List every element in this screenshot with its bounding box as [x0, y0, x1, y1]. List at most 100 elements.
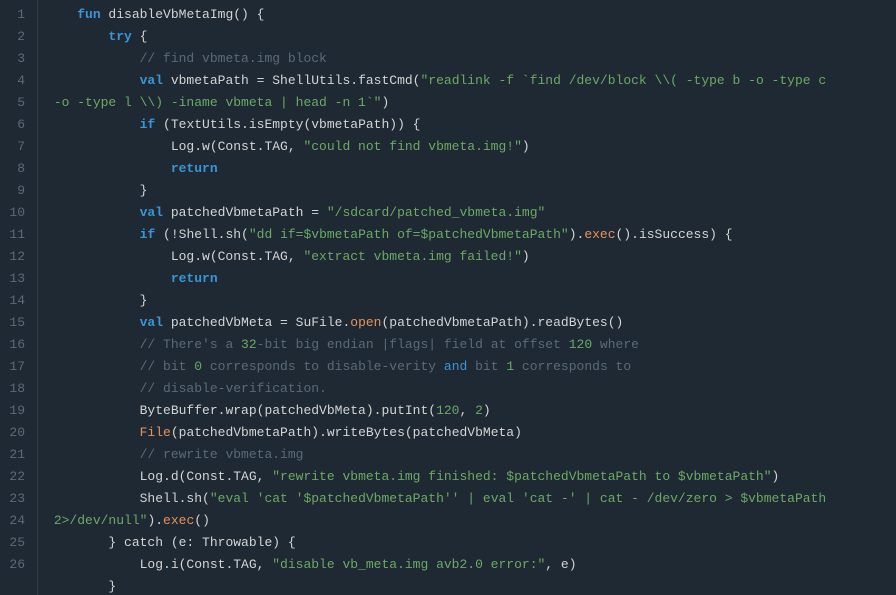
token-punc: } catch (e: Throwable) { [108, 535, 295, 550]
token-str: "extract vbmeta.img failed!" [303, 249, 521, 264]
code-line[interactable]: // find vbmeta.img block [46, 48, 896, 70]
code-line[interactable]: // disable-verification. [46, 378, 896, 400]
token-kw: val [140, 205, 163, 220]
token-punc: ). [147, 513, 163, 528]
token-punc: (!Shell.sh( [155, 227, 249, 242]
line-number: 21 [0, 444, 25, 466]
line-number: 17 [0, 356, 25, 378]
token-punc: Log.w(Const.TAG, [171, 139, 304, 154]
code-line[interactable]: try { [46, 26, 896, 48]
line-number-gutter: 1234567891011121314151617181920212223242… [0, 0, 38, 595]
code-line[interactable]: Log.d(Const.TAG, "rewrite vbmeta.img fin… [46, 466, 896, 488]
code-line[interactable]: Log.w(Const.TAG, "could not find vbmeta.… [46, 136, 896, 158]
code-editor-content[interactable]: fun disableVbMetaImg() { try { // find v… [38, 0, 896, 595]
line-number: 1 [0, 4, 25, 26]
token-cmt: // find vbmeta.img block [140, 51, 327, 66]
code-line[interactable]: -o -type l \\) -iname vbmeta | head -n 1… [46, 92, 896, 114]
token-str: "readlink -f `find /dev/block \\( -type … [420, 73, 826, 88]
token-punc: ) [522, 249, 530, 264]
code-line[interactable]: } catch (e: Throwable) { [46, 532, 896, 554]
code-line[interactable]: if (TextUtils.isEmpty(vbmetaPath)) { [46, 114, 896, 136]
line-number: 25 [0, 532, 25, 554]
code-line[interactable]: } [46, 290, 896, 312]
line-number: 5 [0, 92, 25, 114]
token-punc: } [140, 293, 148, 308]
line-number: 12 [0, 246, 25, 268]
token-kw: try [108, 29, 131, 44]
token-punc: Log.w(Const.TAG, [171, 249, 304, 264]
code-line[interactable]: ByteBuffer.wrap(patchedVbMeta).putInt(12… [46, 400, 896, 422]
token-kw: fun [77, 7, 100, 22]
code-line[interactable]: File(patchedVbmetaPath).writeBytes(patch… [46, 422, 896, 444]
token-cmt: corresponds to [514, 359, 631, 374]
code-line[interactable]: } [46, 576, 896, 595]
token-punc: ().isSuccess) { [616, 227, 733, 242]
token-str: "eval 'cat '$patchedVbmetaPath'' | eval … [210, 491, 826, 506]
code-line[interactable]: 2>/dev/null").exec() [46, 510, 896, 532]
token-fnc: open [350, 315, 381, 330]
code-line[interactable]: fun disableVbMetaImg() { [46, 4, 896, 26]
token-punc: } [108, 579, 116, 594]
line-number: 15 [0, 312, 25, 334]
code-line[interactable]: } [46, 180, 896, 202]
token-kw: val [140, 315, 163, 330]
token-str: "dd if=$vbmetaPath of=$patchedVbmetaPath… [249, 227, 569, 242]
code-line[interactable]: return [46, 268, 896, 290]
token-punc: ByteBuffer.wrap(patchedVbMeta).putInt( [140, 403, 436, 418]
token-punc: ) [522, 139, 530, 154]
code-line[interactable]: // rewrite vbmeta.img [46, 444, 896, 466]
token-kw: return [171, 161, 218, 176]
line-number: 18 [0, 378, 25, 400]
token-num: 120 [436, 403, 459, 418]
token-cmt: where [592, 337, 639, 352]
token-punc: Log.d(Const.TAG, [140, 469, 273, 484]
code-line[interactable]: // bit 0 corresponds to disable-verity a… [46, 356, 896, 378]
code-line[interactable]: val patchedVbMeta = SuFile.open(patchedV… [46, 312, 896, 334]
token-cmt: // disable-verification. [140, 381, 327, 396]
token-num: 0 [194, 359, 202, 374]
token-punc: (patchedVbmetaPath).readBytes() [381, 315, 623, 330]
token-punc: vbmetaPath = ShellUtils.fastCmd( [163, 73, 420, 88]
token-num: 120 [569, 337, 592, 352]
token-punc: (TextUtils.isEmpty(vbmetaPath)) { [155, 117, 420, 132]
token-str: 2>/dev/null" [54, 513, 148, 528]
token-and: and [444, 359, 467, 374]
code-line[interactable]: if (!Shell.sh("dd if=$vbmetaPath of=$pat… [46, 224, 896, 246]
token-fnc: exec [163, 513, 194, 528]
token-punc: { [132, 29, 148, 44]
token-str: "disable vb_meta.img avb2.0 error:" [272, 557, 545, 572]
token-punc: patchedVbMeta = SuFile. [163, 315, 350, 330]
line-number: 3 [0, 48, 25, 70]
code-line[interactable]: Log.w(Const.TAG, "extract vbmeta.img fai… [46, 246, 896, 268]
code-line[interactable]: val patchedVbmetaPath = "/sdcard/patched… [46, 202, 896, 224]
line-number: 23 [0, 488, 25, 510]
code-line[interactable]: Log.i(Const.TAG, "disable vb_meta.img av… [46, 554, 896, 576]
token-punc: patchedVbmetaPath = [163, 205, 327, 220]
token-cmt: bit [467, 359, 506, 374]
code-line[interactable]: return [46, 158, 896, 180]
line-number: 24 [0, 510, 25, 532]
line-number: 19 [0, 400, 25, 422]
line-number: 4 [0, 70, 25, 92]
token-cmt: -bit big endian |flags| field at offset [257, 337, 569, 352]
token-fnc: exec [584, 227, 615, 242]
token-punc: ) [381, 95, 389, 110]
code-line[interactable]: // There's a 32-bit big endian |flags| f… [46, 334, 896, 356]
line-number: 9 [0, 180, 25, 202]
token-num: 2 [475, 403, 483, 418]
token-str: "/sdcard/patched_vbmeta.img" [327, 205, 545, 220]
code-line[interactable]: val vbmetaPath = ShellUtils.fastCmd("rea… [46, 70, 896, 92]
token-kw: if [140, 227, 156, 242]
line-number: 14 [0, 290, 25, 312]
token-fnc: File [140, 425, 171, 440]
code-line[interactable]: Shell.sh("eval 'cat '$patchedVbmetaPath'… [46, 488, 896, 510]
line-number: 22 [0, 466, 25, 488]
token-punc: , e) [545, 557, 576, 572]
line-number: 11 [0, 224, 25, 246]
line-number: 16 [0, 334, 25, 356]
line-number: 10 [0, 202, 25, 224]
line-number: 7 [0, 136, 25, 158]
token-num: 32 [241, 337, 257, 352]
token-punc: (patchedVbmetaPath).writeBytes(patchedVb… [171, 425, 522, 440]
token-punc: ) [772, 469, 780, 484]
